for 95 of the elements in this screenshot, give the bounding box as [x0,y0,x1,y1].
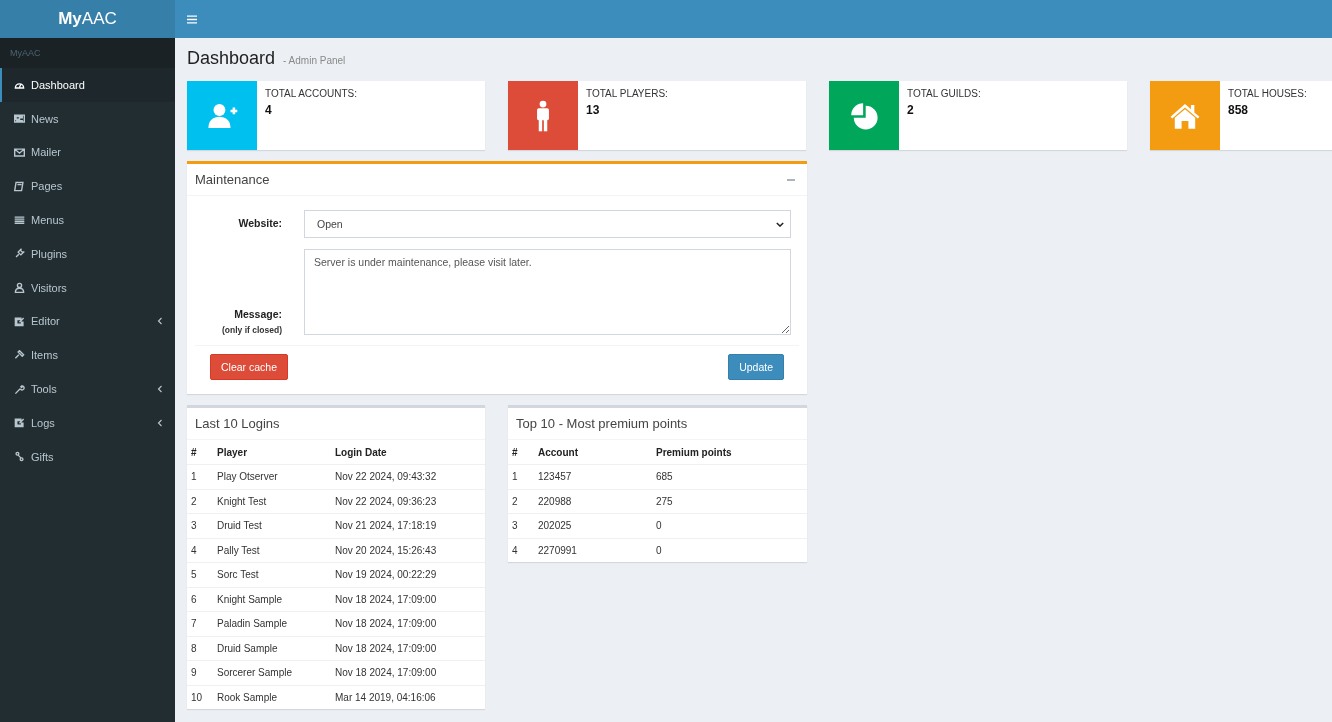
field-hint: (only if closed) [222,325,282,335]
table-cell: 8 [187,636,213,661]
panel-title: Maintenance [195,172,270,187]
sidebar-header: MyAAC [0,38,175,68]
menu-item-icon [14,383,25,395]
table-cell: 685 [652,464,807,489]
table-cell: Nov 18 2024, 17:09:00 [331,587,485,612]
table-cell: 2 [187,489,213,514]
dropdown-icon [776,221,784,227]
menu-item-icon [14,113,25,125]
table-cell: 2270991 [534,538,652,562]
menu-item-icon [14,180,25,192]
sidebar-item[interactable]: Visitors [0,270,175,305]
table-cell: Knight Test [213,489,331,514]
website-select[interactable]: Open [304,210,791,238]
sidebar-item[interactable]: Menus [0,203,175,237]
message-field[interactable]: Server is under maintenance, please visit later. [304,249,791,335]
stat-label: TOTAL PLAYERS: [586,88,668,99]
panel-title: Last 10 Logins [195,416,280,431]
stat-label: TOTAL HOUSES: [1228,88,1307,99]
sidebar-item[interactable]: Dashboard [0,68,175,102]
stat-value: 4 [265,103,272,117]
field-label: Website: [238,217,282,231]
sidebar-item[interactable]: Mailer [0,135,175,170]
table-cell: 1 [187,464,213,489]
table-cell: Nov 18 2024, 17:09:00 [331,660,485,685]
table-cell: 1 [508,464,534,489]
table-cell: Rook Sample [213,685,331,709]
table-cell: Nov 21 2024, 17:18:19 [331,513,485,538]
table-cell: Pally Test [213,538,331,563]
table-cell: 123457 [534,464,652,489]
table-cell: Nov 19 2024, 00:22:29 [331,562,485,587]
table-cell: 3 [508,513,534,538]
table-cell: Druid Sample [213,636,331,661]
table-cell: 220988 [534,489,652,514]
sidebar-item[interactable]: Pages [0,169,175,204]
column-header: Player [213,440,331,465]
panel-title: Top 10 - Most premium points [516,416,688,431]
table-cell: Nov 18 2024, 17:09:00 [331,636,485,661]
table-cell: 7 [187,611,213,636]
table-cell: Sorcerer Sample [213,660,331,685]
menu-item-icon [14,349,25,361]
table-cell: 4 [187,538,213,563]
sidebar-item[interactable]: Tools [0,372,175,406]
table-cell: 0 [652,538,807,562]
sidebar-item[interactable]: Logs [0,405,175,440]
column-header: # [187,440,213,465]
table-cell: 275 [652,489,807,514]
menu-item-icon [14,248,25,260]
stat-value: 2 [907,103,914,117]
table-cell: 2 [508,489,534,514]
sidebar-item[interactable]: Gifts [0,439,175,474]
sidebar-item[interactable]: News [0,101,175,136]
table-cell: 9 [187,660,213,685]
menu-item-icon [14,451,25,463]
menu-icon[interactable] [187,14,197,24]
table-cell: Mar 14 2019, 04:16:06 [331,685,485,709]
column-header: # [508,440,534,465]
sidebar-item[interactable]: Items [0,338,175,373]
stat-value: 858 [1228,103,1249,117]
menu-item-icon [14,315,25,327]
stat-value: 13 [586,103,600,117]
clear-cache-button[interactable]: Clear cache [210,354,289,380]
table-cell: 10 [187,685,213,709]
stat-label: TOTAL GUILDS: [907,88,981,99]
menu-item-icon [14,282,25,294]
column-header: Premium points [652,440,807,465]
table-cell: 5 [187,562,213,587]
table-cell: Paladin Sample [213,611,331,636]
table-cell: 0 [652,513,807,538]
table-cell: Nov 22 2024, 09:43:32 [331,464,485,489]
update-button[interactable]: Update [728,354,784,380]
table-cell: 3 [187,513,213,538]
field-label: Message: [234,308,282,320]
table-cell: Nov 22 2024, 09:36:23 [331,489,485,514]
table-cell: Druid Test [213,513,331,538]
menu-item-icon [14,417,25,429]
table-cell: Play Otserver [213,464,331,489]
table-cell: Nov 20 2024, 15:26:43 [331,538,485,563]
brand-logo[interactable]: MyAAC [0,0,175,38]
column-header: Login Date [331,440,485,465]
table-cell: 202025 [534,513,652,538]
table-cell: Sorc Test [213,562,331,587]
stat-label: TOTAL ACCOUNTS: [265,88,358,99]
table-cell: Nov 18 2024, 17:09:00 [331,611,485,636]
menu-item-icon [14,214,25,226]
column-header: Account [534,440,652,465]
menu-item-icon [14,147,25,158]
page-subtitle: - Admin Panel [283,55,346,66]
table-cell: 6 [187,587,213,612]
table-cell: 4 [508,538,534,562]
sidebar-item[interactable]: Plugins [0,237,175,271]
page-title: Dashboard [187,48,276,69]
table-cell: Knight Sample [213,587,331,612]
sidebar-item[interactable]: Editor [0,304,175,339]
